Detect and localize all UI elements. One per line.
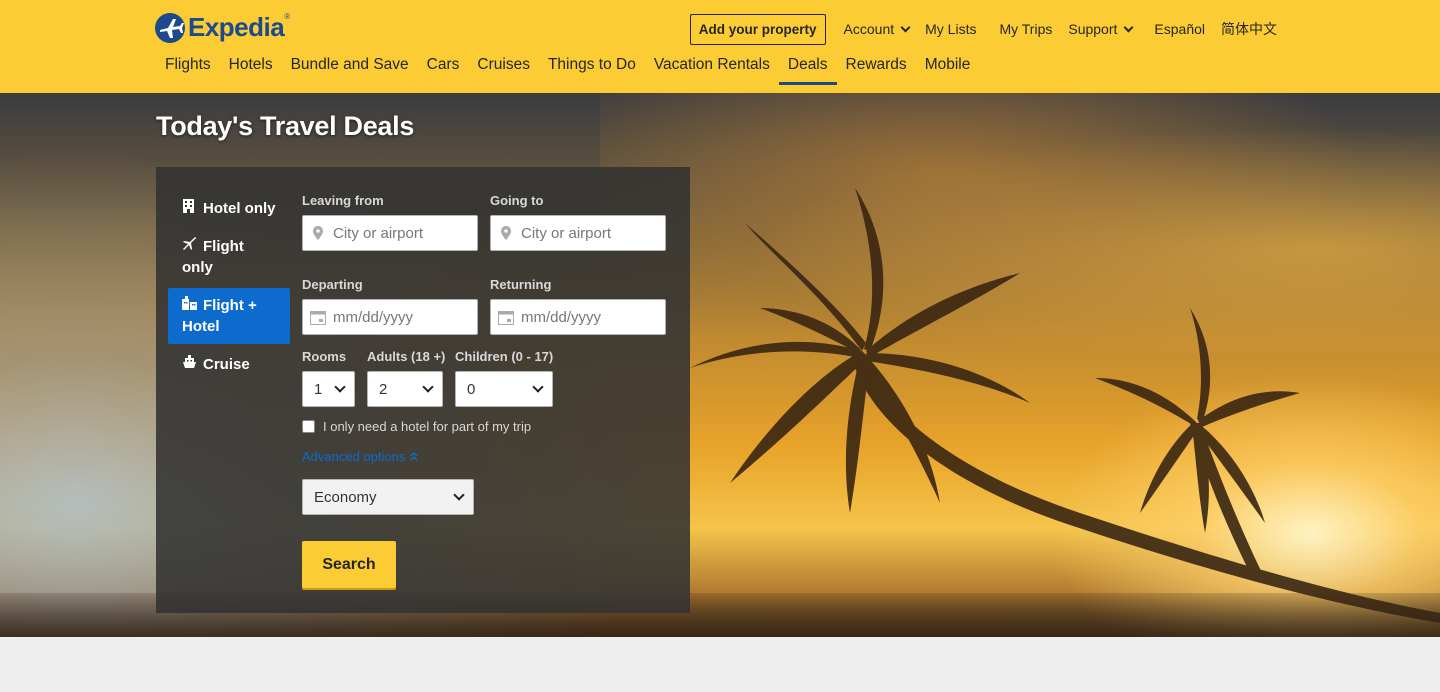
leaving-from-field[interactable] <box>302 215 478 251</box>
nav-cruises[interactable]: Cruises <box>468 52 539 85</box>
chevron-down-icon <box>453 488 465 501</box>
nav-hotels[interactable]: Hotels <box>220 52 282 85</box>
support-menu[interactable]: Support <box>1068 21 1134 37</box>
cabin-class-value: Economy <box>314 488 377 506</box>
returning-label: Returning <box>490 277 552 292</box>
advanced-options-link[interactable]: Advanced options <box>302 449 418 464</box>
chevron-down-icon <box>334 380 346 393</box>
rooms-label: Rooms <box>302 349 347 364</box>
trip-type-label: Cruise <box>203 356 250 373</box>
nav-mobile[interactable]: Mobile <box>916 52 980 85</box>
espanol-link[interactable]: Español <box>1154 21 1205 37</box>
trip-type-list: Hotel only Flight only Flight + Hotel Cr… <box>168 191 290 382</box>
search-panel: Hotel only Flight only Flight + Hotel Cr… <box>156 167 690 613</box>
going-to-label: Going to <box>490 193 544 208</box>
rooms-value: 1 <box>314 380 323 398</box>
chevron-down-icon <box>1123 22 1134 32</box>
calendar-icon <box>491 310 521 325</box>
partial-hotel-row: I only need a hotel for part of my trip <box>302 419 531 434</box>
departing-field[interactable] <box>302 299 478 335</box>
trip-type-hotel-only[interactable]: Hotel only <box>168 191 290 226</box>
departing-input[interactable] <box>333 308 473 326</box>
adults-value: 2 <box>379 380 388 398</box>
nav-deals[interactable]: Deals <box>778 52 837 85</box>
partial-hotel-label[interactable]: I only need a hotel for part of my trip <box>323 419 531 434</box>
departing-label: Departing <box>302 277 363 292</box>
my-lists-link[interactable]: My Lists <box>925 21 976 37</box>
cabin-class-select[interactable]: Economy <box>302 479 474 515</box>
going-to-field[interactable] <box>490 215 666 251</box>
partial-hotel-checkbox[interactable] <box>302 420 315 433</box>
nav-vacation-rentals[interactable]: Vacation Rentals <box>645 52 779 85</box>
trip-type-label: Hotel only <box>203 200 276 217</box>
logo-wordmark: Expedia® <box>188 12 290 42</box>
double-chevron-up-icon <box>410 452 418 461</box>
trip-type-cruise[interactable]: Cruise <box>168 347 290 382</box>
expedia-logo[interactable]: Expedia® <box>155 12 290 43</box>
calendar-icon <box>303 310 333 325</box>
nav-things-to-do[interactable]: Things to Do <box>539 52 645 85</box>
flight-hotel-icon <box>182 295 197 316</box>
leaving-from-label: Leaving from <box>302 193 384 208</box>
account-label: Account <box>843 21 895 37</box>
chinese-link[interactable]: 简体中文 <box>1221 19 1277 39</box>
adults-label: Adults (18 +) <box>367 349 446 364</box>
leaving-from-input[interactable] <box>333 224 473 242</box>
map-pin-icon <box>303 226 333 240</box>
site-header: Expedia® Add your property Account My Li… <box>0 0 1440 93</box>
trip-type-flight-only[interactable]: Flight only <box>168 229 290 285</box>
support-label: Support <box>1068 21 1118 37</box>
returning-input[interactable] <box>521 308 661 326</box>
nav-rewards[interactable]: Rewards <box>837 52 916 85</box>
children-select[interactable]: 0 <box>455 371 553 407</box>
page-footer-area <box>0 637 1440 692</box>
page-title: Today's Travel Deals <box>156 111 415 141</box>
globe-plane-icon <box>155 12 185 43</box>
search-button[interactable]: Search <box>302 541 396 588</box>
going-to-input[interactable] <box>521 224 661 242</box>
nav-cars[interactable]: Cars <box>418 52 469 85</box>
plane-icon <box>182 236 197 257</box>
map-pin-icon <box>491 226 521 240</box>
nav-flights[interactable]: Flights <box>156 52 220 85</box>
utility-nav: Add your property Account My Lists My Tr… <box>689 13 1277 45</box>
add-property-button[interactable]: Add your property <box>689 13 826 45</box>
chevron-down-icon <box>532 380 544 393</box>
trip-type-flight-hotel[interactable]: Flight + Hotel <box>168 288 290 344</box>
rooms-select[interactable]: 1 <box>302 371 355 407</box>
cruise-icon <box>182 354 197 375</box>
nav-bundle-and-save[interactable]: Bundle and Save <box>282 52 418 85</box>
children-label: Children (0 - 17) <box>455 349 554 364</box>
advanced-options-label: Advanced options <box>302 449 406 464</box>
returning-field[interactable] <box>490 299 666 335</box>
adults-select[interactable]: 2 <box>367 371 443 407</box>
chevron-down-icon <box>900 22 911 32</box>
chevron-down-icon <box>422 380 434 393</box>
main-nav: Flights Hotels Bundle and Save Cars Crui… <box>156 52 979 85</box>
hotel-icon <box>182 198 197 219</box>
children-value: 0 <box>467 380 476 398</box>
account-menu[interactable]: Account <box>843 21 911 37</box>
my-trips-link[interactable]: My Trips <box>999 21 1052 37</box>
